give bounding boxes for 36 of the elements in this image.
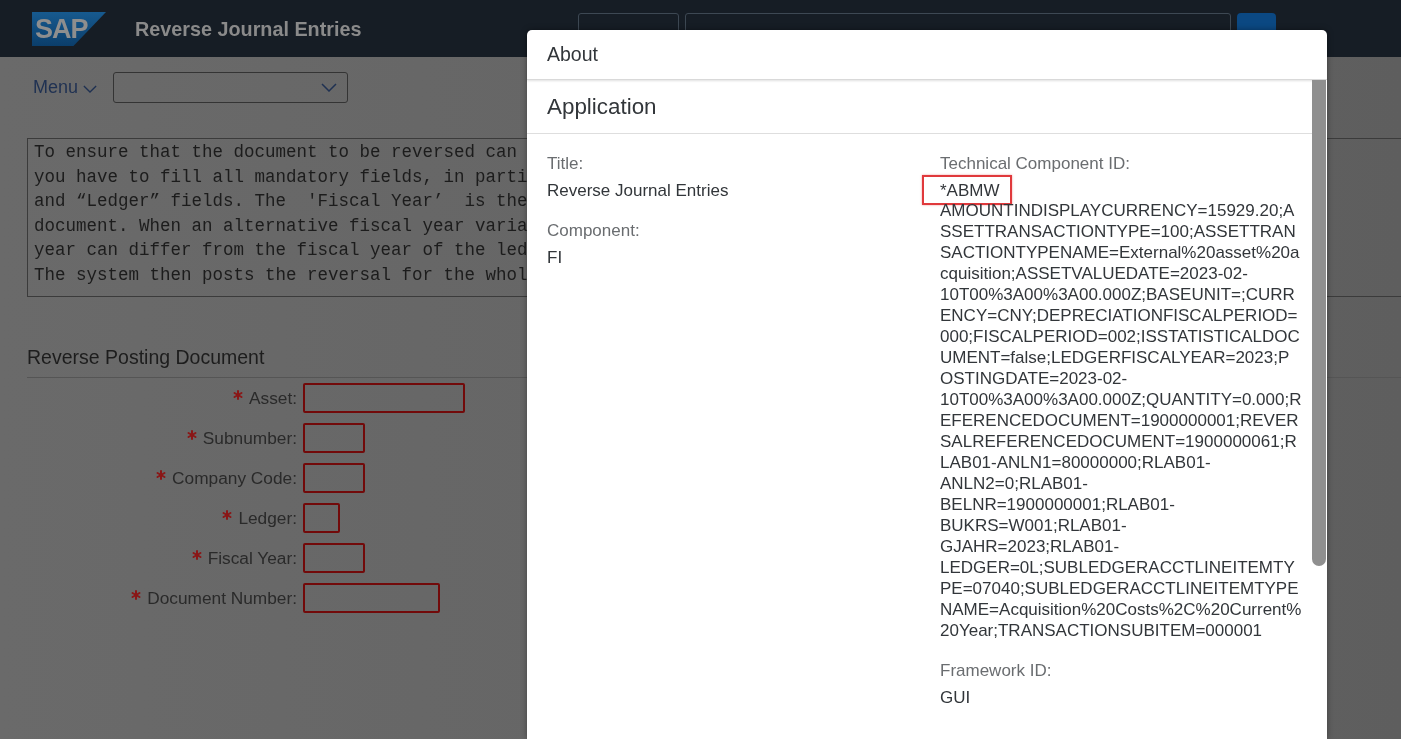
field-label: Asset: — [248, 387, 297, 409]
field-label: Subnumber: — [202, 427, 297, 449]
info-value: FI — [547, 247, 564, 268]
section-title: Reverse Posting Document — [27, 345, 265, 369]
dropdown-field[interactable] — [113, 72, 349, 103]
chevron-down-icon — [321, 83, 338, 92]
text-line: you have to fill all mandatory fields, in parti — [34, 165, 528, 189]
input-field[interactable] — [303, 583, 440, 613]
app-logo[interactable]: SAP — [32, 12, 106, 46]
info-label: Title: — [547, 154, 584, 174]
text-line: year can differ from the fiscal year of the led — [34, 239, 528, 262]
field-label: Company Code: — [172, 467, 297, 489]
text-line: and “Ledger” fields. The 'Fiscal Year’ is the — [34, 190, 528, 213]
field-label: Document Number: — [147, 587, 297, 609]
input-field[interactable] — [303, 503, 340, 533]
text-line: The system then posts the reversal for the whol — [34, 263, 528, 287]
scrollbar-thumb[interactable] — [1312, 80, 1326, 566]
text-line: To ensure that the document to be reversed can — [34, 141, 518, 164]
info-label: Technical Component ID: — [940, 154, 1130, 174]
chevron-down-icon — [83, 84, 98, 93]
input-field[interactable] — [303, 423, 365, 453]
section-heading: Application — [547, 93, 657, 120]
info-value: Reverse Journal Entries — [547, 180, 730, 201]
info-label: Framework ID: — [940, 661, 1052, 681]
info-label: Component: — [547, 221, 640, 241]
input-field[interactable] — [303, 383, 465, 413]
info-value: GUI — [940, 687, 972, 708]
input-field[interactable] — [303, 463, 365, 493]
field-label: Ledger: — [238, 507, 297, 529]
field-label: Fiscal Year: — [207, 547, 297, 569]
input-field[interactable] — [303, 543, 365, 573]
component-code: *ABMW — [922, 175, 1012, 205]
app-title: Reverse Journal Entries — [135, 17, 362, 41]
dialog-title: About — [547, 43, 598, 66]
text-line: document. When an alternative fiscal year varia — [34, 214, 528, 238]
menu-button[interactable]: Menu — [27, 72, 98, 103]
